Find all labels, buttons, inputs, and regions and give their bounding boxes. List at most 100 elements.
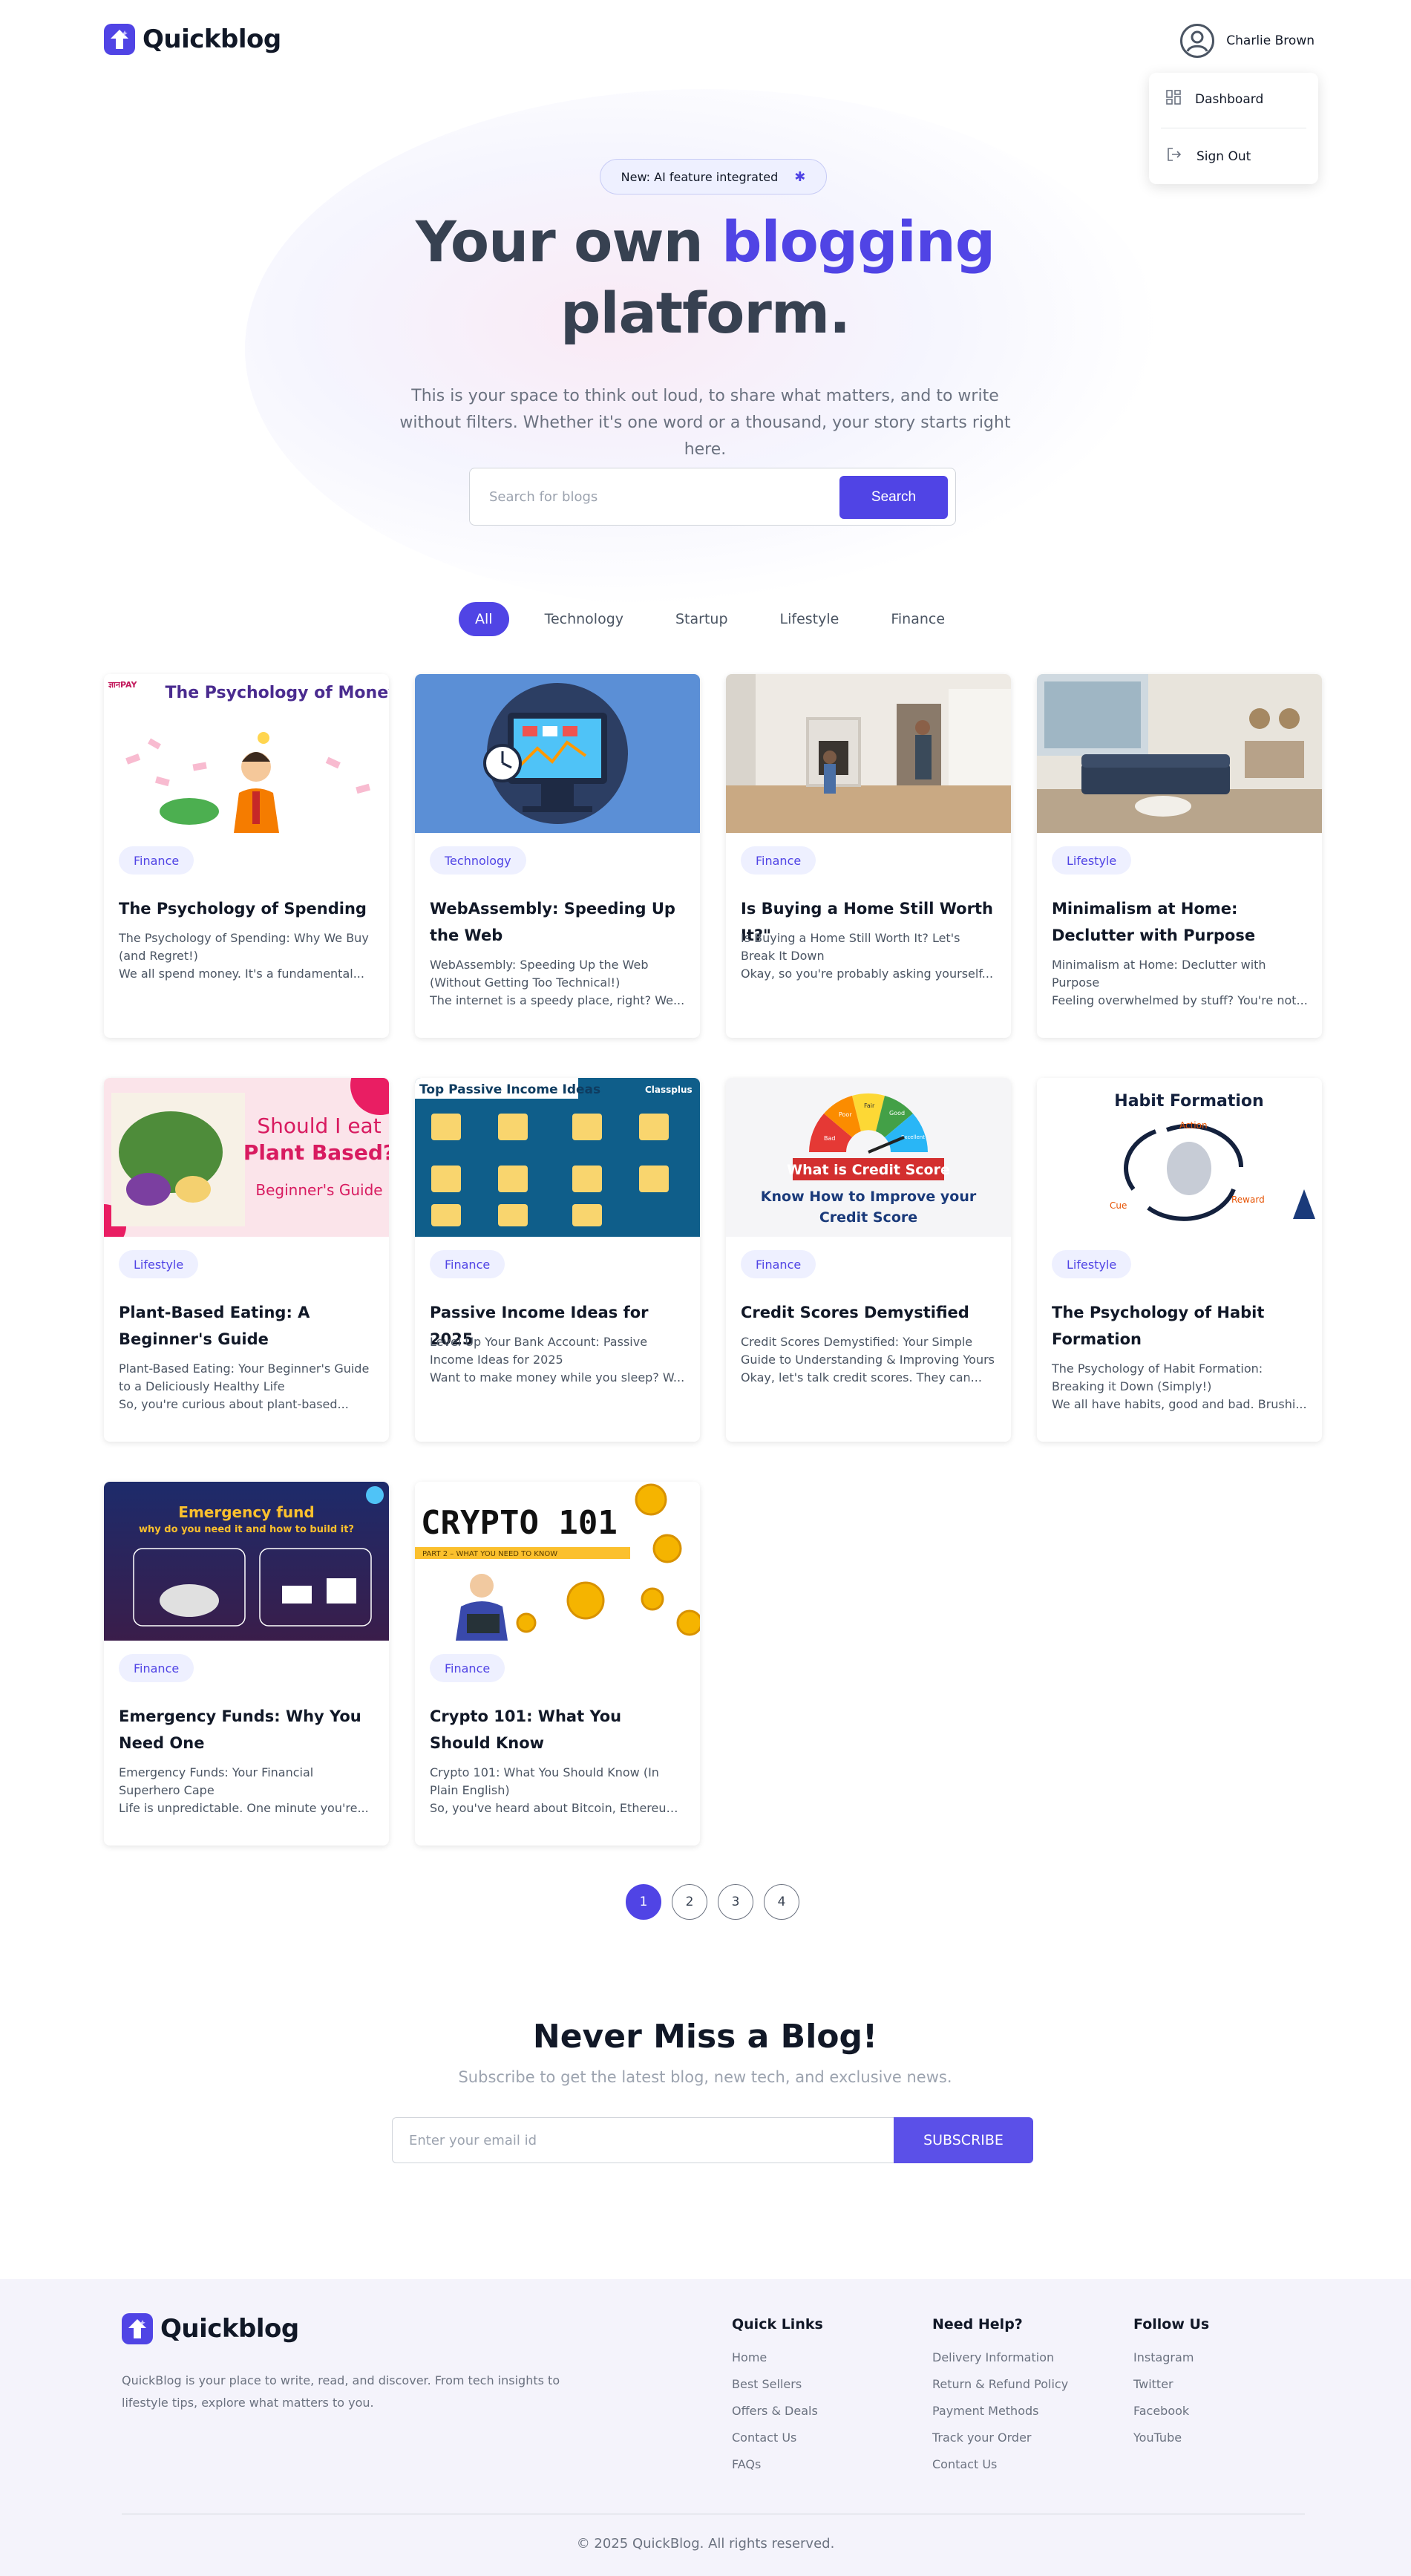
category-badge: Finance: [741, 1250, 816, 1278]
logo-text: Quickblog: [143, 24, 281, 54]
blog-card[interactable]: Emergency fund why do you need it and ho…: [104, 1482, 389, 1846]
footer-link-contact[interactable]: Contact Us: [732, 2425, 823, 2451]
card-desc-line2: Life is unpredictable. One minute you're…: [119, 1801, 369, 1815]
filter-all[interactable]: All: [459, 602, 509, 636]
footer-link-faqs[interactable]: FAQs: [732, 2451, 823, 2478]
filter-finance[interactable]: Finance: [873, 602, 963, 636]
hero-title-part2: platform.: [560, 280, 851, 346]
category-badge: Technology: [430, 846, 526, 875]
filter-technology[interactable]: Technology: [527, 602, 641, 636]
card-title[interactable]: Emergency Funds: Why You Need One: [119, 1703, 376, 1756]
footer-link-youtube[interactable]: YouTube: [1133, 2425, 1209, 2451]
footer-link-refund[interactable]: Return & Refund Policy: [932, 2371, 1068, 2398]
hero-title-accent: blogging: [721, 209, 995, 275]
card-description: Level Up Your Bank Account: Passive Inco…: [430, 1333, 687, 1387]
footer-copyright: © 2025 QuickBlog. All rights reserved.: [576, 2536, 835, 2552]
blog-card[interactable]: Lifestyle Minimalism at Home: Declutter …: [1037, 674, 1322, 1038]
image-text-1: CRYPTO 101: [421, 1504, 618, 1542]
gauge-label-poor: Poor: [839, 1111, 852, 1118]
footer-link-contact-help[interactable]: Contact Us: [932, 2451, 1068, 2478]
image-headline: The Psychology of Money: [166, 684, 389, 702]
blog-card[interactable]: Finance Is Buying a Home Still Worth It?…: [726, 674, 1011, 1038]
footer-link-track-order[interactable]: Track your Order: [932, 2425, 1068, 2451]
cycle-label-cue: Cue: [1110, 1200, 1127, 1211]
footer-logo-text: Quickblog: [160, 2314, 299, 2344]
page-button-2[interactable]: 2: [672, 1884, 707, 1920]
blog-card[interactable]: ज्ञानPAY The Psychology of Money Finance…: [104, 674, 389, 1038]
card-desc-line1: Is Buying a Home Still Worth It? Let's B…: [741, 931, 960, 963]
card-description: The Psychology of Spending: Why We Buy (…: [119, 929, 376, 983]
card-image-credit-score: Bad Poor Fair Good Excellent What is Cre…: [726, 1078, 1011, 1237]
footer-link-home[interactable]: Home: [732, 2344, 823, 2371]
footer-column-need-help: Need Help? Delivery Information Return &…: [932, 2316, 1068, 2478]
page-button-4[interactable]: 4: [764, 1884, 799, 1920]
blog-card[interactable]: CRYPTO 101 PART 2 – WHAT YOU NEED TO KNO…: [415, 1482, 700, 1846]
card-desc-line1: Level Up Your Bank Account: Passive Inco…: [430, 1335, 648, 1367]
page-button-1[interactable]: 1: [626, 1884, 661, 1920]
footer-link-delivery[interactable]: Delivery Information: [932, 2344, 1068, 2371]
logo-icon: [122, 2313, 153, 2344]
image-text-1: Should I eat: [257, 1114, 381, 1138]
newsletter-title: Never Miss a Blog!: [532, 2018, 878, 2056]
card-desc-line2: So, you've heard about Bitcoin, Ethereum…: [430, 1801, 687, 1815]
card-title[interactable]: Crypto 101: What You Should Know: [430, 1703, 687, 1756]
card-description: Crypto 101: What You Should Know (In Pla…: [430, 1764, 687, 1817]
image-text-2: PART 2 – WHAT YOU NEED TO KNOW: [422, 1550, 557, 1558]
dashboard-menu-item[interactable]: Dashboard: [1165, 89, 1263, 109]
image-text-1: What is Credit Score: [787, 1162, 950, 1178]
logo[interactable]: Quickblog: [104, 24, 281, 55]
card-image-webassembly: [415, 674, 700, 833]
footer-link-offers[interactable]: Offers & Deals: [732, 2398, 823, 2425]
filter-lifestyle[interactable]: Lifestyle: [762, 602, 857, 636]
dashboard-label: Dashboard: [1195, 91, 1264, 107]
footer-column-title: Follow Us: [1133, 2316, 1210, 2333]
blog-card[interactable]: Habit Formation Action Reward Cue Lifest…: [1037, 1078, 1322, 1442]
footer-link-best-sellers[interactable]: Best Sellers: [732, 2371, 823, 2398]
category-badge: Lifestyle: [119, 1250, 199, 1278]
footer-column-title: Quick Links: [732, 2316, 823, 2333]
blog-card[interactable]: Should I eat Plant Based? Beginner's Gui…: [104, 1078, 389, 1442]
footer: Quickblog QuickBlog is your place to wri…: [0, 2279, 1411, 2576]
card-title[interactable]: The Psychology of Habit Formation: [1052, 1299, 1309, 1353]
user-menu[interactable]: Charlie Brown: [1180, 24, 1315, 58]
footer-link-twitter[interactable]: Twitter: [1133, 2371, 1209, 2398]
card-description: Is Buying a Home Still Worth It? Let's B…: [741, 929, 998, 983]
category-filters: All Technology Startup Lifestyle Finance: [459, 601, 979, 637]
card-image-crypto: CRYPTO 101 PART 2 – WHAT YOU NEED TO KNO…: [415, 1482, 700, 1641]
category-badge: Finance: [119, 1654, 194, 1682]
filter-startup[interactable]: Startup: [658, 602, 746, 636]
page-button-3[interactable]: 3: [718, 1884, 753, 1920]
blog-card[interactable]: Technology WebAssembly: Speeding Up the …: [415, 674, 700, 1038]
footer-link-facebook[interactable]: Facebook: [1133, 2398, 1209, 2425]
card-desc-line2: Okay, let's talk credit scores. They can…: [741, 1370, 982, 1385]
sparkle-icon: ✱: [794, 169, 806, 185]
card-title[interactable]: Minimalism at Home: Declutter with Purpo…: [1052, 895, 1309, 949]
card-title[interactable]: The Psychology of Spending: [119, 895, 376, 922]
card-desc-line1: Plant-Based Eating: Your Beginner's Guid…: [119, 1361, 370, 1393]
image-text-3: Credit Score: [819, 1209, 917, 1226]
card-desc-line2: Okay, so you're probably asking yourself…: [741, 967, 994, 981]
newsletter-email-input[interactable]: [392, 2117, 894, 2163]
logo-icon: [104, 24, 135, 55]
card-title[interactable]: WebAssembly: Speeding Up the Web: [430, 895, 687, 949]
footer-logo[interactable]: Quickblog: [122, 2313, 299, 2344]
card-image-habit-formation: Habit Formation Action Reward Cue: [1037, 1078, 1322, 1237]
card-title[interactable]: Plant-Based Eating: A Beginner's Guide: [119, 1299, 376, 1353]
search-button[interactable]: Search: [839, 476, 948, 519]
footer-link-payment[interactable]: Payment Methods: [932, 2398, 1068, 2425]
card-title[interactable]: Credit Scores Demystified: [741, 1299, 998, 1326]
search-input[interactable]: [489, 482, 816, 511]
card-desc-line1: The Psychology of Spending: Why We Buy (…: [119, 931, 369, 963]
blog-card[interactable]: Top Passive Income Ideas Classplus Finan…: [415, 1078, 700, 1442]
card-desc-line1: The Psychology of Habit Formation: Break…: [1052, 1361, 1263, 1393]
card-image-plant-based: Should I eat Plant Based? Beginner's Gui…: [104, 1078, 389, 1237]
blog-card[interactable]: Bad Poor Fair Good Excellent What is Cre…: [726, 1078, 1011, 1442]
user-dropdown: Dashboard Sign Out: [1149, 73, 1318, 184]
image-text-2: Know How to Improve your: [761, 1189, 977, 1205]
footer-link-instagram[interactable]: Instagram: [1133, 2344, 1209, 2371]
sign-out-menu-item[interactable]: Sign Out: [1165, 146, 1251, 167]
user-avatar-icon[interactable]: [1180, 24, 1215, 58]
subscribe-button[interactable]: SUBSCRIBE: [894, 2117, 1033, 2163]
ai-feature-badge: New: AI feature integrated ✱: [600, 159, 827, 194]
category-badge: Finance: [119, 846, 194, 875]
